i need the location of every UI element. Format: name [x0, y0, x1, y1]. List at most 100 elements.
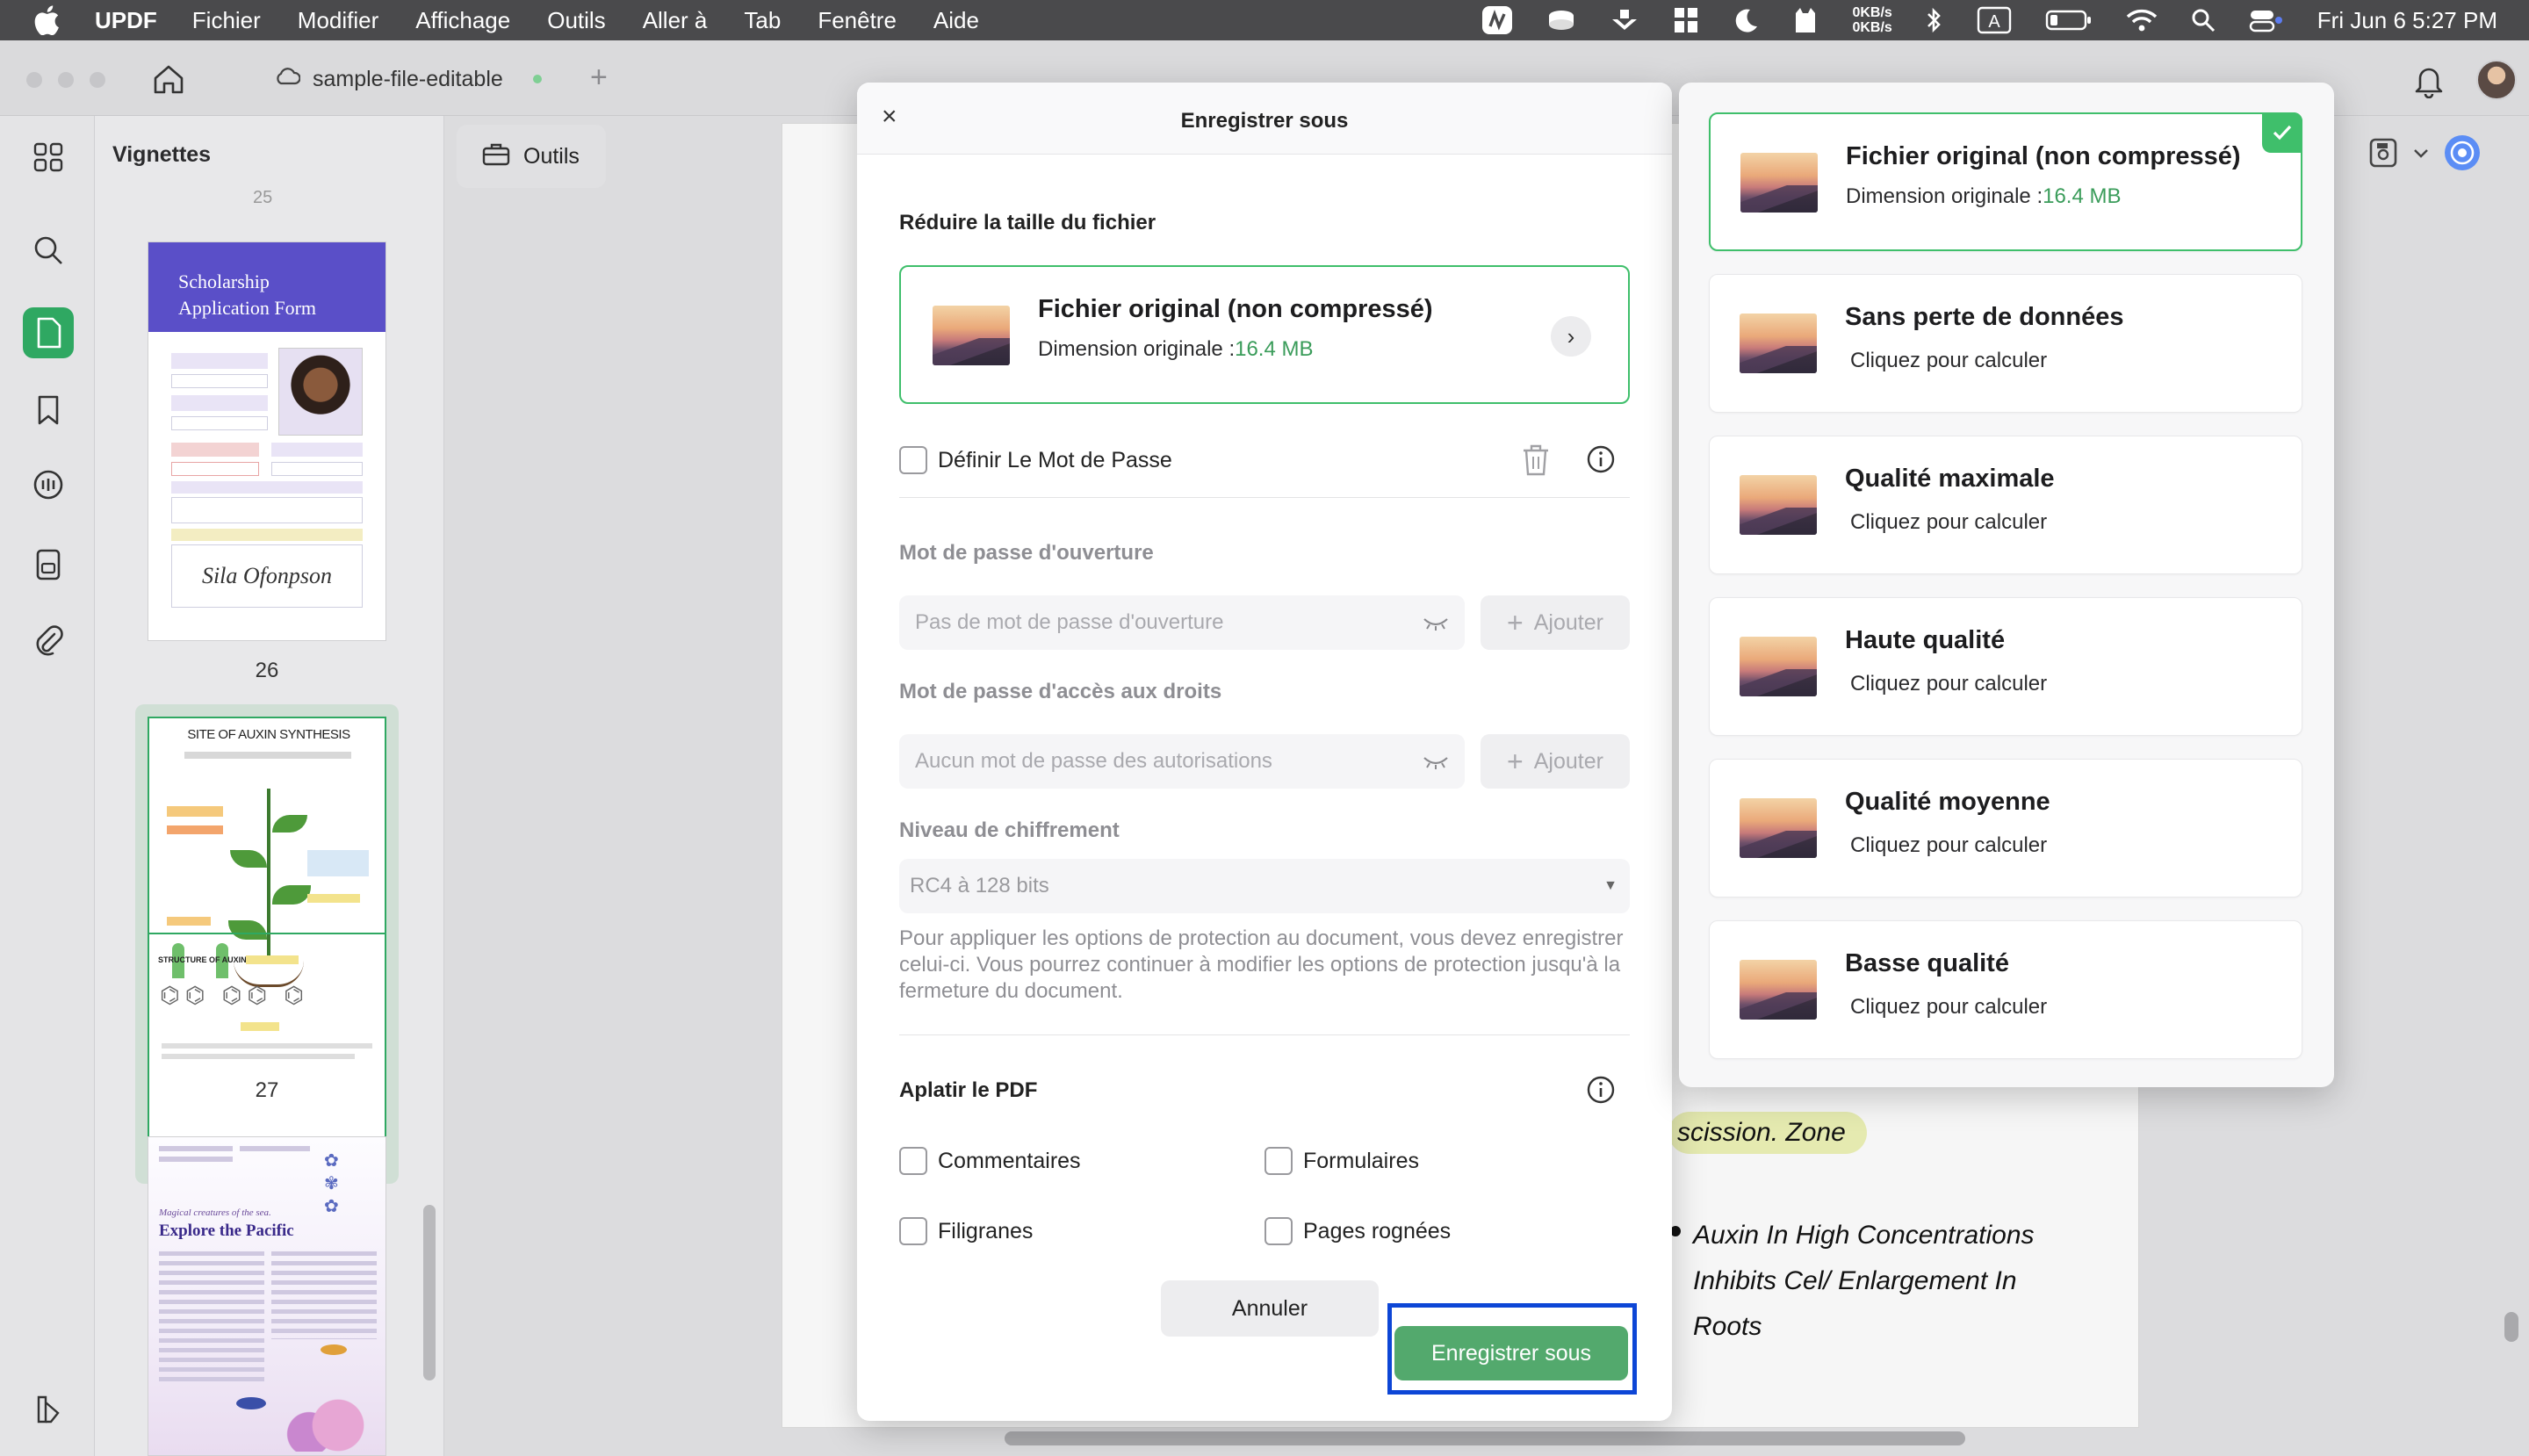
- spotlight-search-icon[interactable]: [2191, 8, 2216, 32]
- menu-outils[interactable]: Outils: [547, 7, 605, 34]
- compression-option-calc: Cliquez pour calculer: [1850, 510, 2048, 534]
- save-file-icon[interactable]: [2367, 136, 2399, 174]
- layers-icon[interactable]: [28, 1389, 68, 1430]
- compression-option-lossless[interactable]: Sans perte de données Cliquez pour calcu…: [1709, 274, 2302, 413]
- attachment-icon[interactable]: [28, 620, 68, 660]
- tools-button[interactable]: Outils: [457, 125, 606, 188]
- dialog-divider: [899, 1034, 1630, 1035]
- chevron-right-icon[interactable]: ›: [1551, 316, 1591, 357]
- cat-icon[interactable]: [1792, 6, 1819, 34]
- input-source-icon[interactable]: A: [1977, 6, 2012, 34]
- size-prefix: Dimension originale :: [1038, 337, 1236, 361]
- save-as-button[interactable]: Enregistrer sous: [1394, 1326, 1628, 1380]
- plus-icon: +: [1507, 745, 1524, 777]
- thumbnails-grid-icon[interactable]: [28, 137, 68, 177]
- add-open-password-button[interactable]: + Ajouter: [1481, 595, 1630, 650]
- signature-field: Sila Ofonpson: [171, 544, 363, 608]
- label-tag: [167, 806, 223, 817]
- thumbnails-scrollbar[interactable]: [423, 1205, 436, 1380]
- form-field: [171, 395, 268, 411]
- home-icon[interactable]: [151, 61, 186, 97]
- info-icon[interactable]: [1586, 1075, 1616, 1109]
- document-text-line[interactable]: Inhibits Cel/ Enlargement In: [1693, 1266, 2017, 1296]
- label-tag: [307, 894, 360, 903]
- battery-icon[interactable]: [2045, 9, 2093, 32]
- search-icon[interactable]: [28, 230, 68, 270]
- image-thumbnail-icon: [1740, 475, 1817, 535]
- compression-option-calc: Cliquez pour calculer: [1850, 349, 2048, 372]
- ai-chat-icon[interactable]: [28, 465, 68, 506]
- compression-selected-size: Dimension originale :16.4 MB: [1038, 337, 1314, 362]
- eye-closed-icon[interactable]: [1423, 752, 1449, 776]
- ai-assistant-icon[interactable]: [2443, 133, 2482, 177]
- thumbnail-page-26[interactable]: Scholarship Application Form Sila Ofonps…: [148, 241, 386, 641]
- chevron-down-icon[interactable]: [2413, 148, 2429, 163]
- compression-option-maximum[interactable]: Qualité maximale Cliquez pour calculer: [1709, 436, 2302, 574]
- menu-fichier[interactable]: Fichier: [192, 7, 261, 34]
- menu-aide[interactable]: Aide: [933, 7, 979, 34]
- pages-icon[interactable]: [23, 307, 74, 358]
- updf-status-icon[interactable]: [1481, 5, 1513, 35]
- encryption-level-select[interactable]: RC4 à 128 bits ▼: [899, 859, 1630, 913]
- trash-icon[interactable]: [1521, 443, 1551, 482]
- compression-option-high[interactable]: Haute qualité Cliquez pour calculer: [1709, 597, 2302, 736]
- compression-option-medium[interactable]: Qualité moyenne Cliquez pour calculer: [1709, 759, 2302, 897]
- compression-option-low[interactable]: Basse qualité Cliquez pour calculer: [1709, 920, 2302, 1059]
- bluetooth-icon[interactable]: [1926, 6, 1943, 34]
- compression-option-original[interactable]: Fichier original (non compressé) Dimensi…: [1709, 112, 2302, 251]
- open-password-input[interactable]: Pas de mot de passe d'ouverture: [899, 595, 1465, 650]
- flatten-watermarks-checkbox[interactable]: [899, 1217, 927, 1245]
- compression-select[interactable]: Fichier original (non compressé) Dimensi…: [899, 265, 1630, 404]
- flatten-forms-label: Formulaires: [1303, 1149, 1419, 1173]
- control-center-icon[interactable]: [2249, 8, 2284, 32]
- thumbnail-form-title: Scholarship Application Form: [178, 269, 316, 321]
- menu-modifier[interactable]: Modifier: [298, 7, 378, 34]
- flatten-watermarks-label: Filigranes: [938, 1219, 1034, 1243]
- menu-app-name[interactable]: UPDF: [95, 7, 157, 34]
- add-permissions-password-button[interactable]: + Ajouter: [1481, 734, 1630, 789]
- grid-app-icon[interactable]: [1673, 6, 1699, 34]
- sea-creatures-icons: ✿ ✾ ✿: [324, 1151, 339, 1216]
- dialog-divider: [899, 497, 1630, 498]
- menu-tab[interactable]: Tab: [744, 7, 781, 34]
- user-avatar[interactable]: [2476, 60, 2517, 100]
- document-stack-icon[interactable]: [28, 544, 68, 585]
- drive-icon[interactable]: [1546, 9, 1576, 32]
- menu-aller-a[interactable]: Aller à: [643, 7, 708, 34]
- menubar-clock[interactable]: Fri Jun 6 5:27 PM: [2317, 7, 2497, 34]
- flatten-forms-checkbox[interactable]: [1264, 1147, 1293, 1175]
- tab-document[interactable]: sample-file-editable: [274, 63, 542, 95]
- bell-icon[interactable]: [2413, 63, 2445, 103]
- moon-icon[interactable]: [1733, 7, 1759, 33]
- window-zoom-button[interactable]: [90, 72, 105, 88]
- permissions-password-input[interactable]: Aucun mot de passe des autorisations: [899, 734, 1465, 789]
- plant-leaf: [228, 920, 267, 940]
- form-field: [171, 462, 259, 476]
- vertical-scrollbar[interactable]: [2504, 1312, 2518, 1342]
- set-password-checkbox[interactable]: [899, 446, 927, 474]
- document-text-line[interactable]: Roots: [1693, 1312, 1762, 1342]
- document-text-line[interactable]: Auxin In High Concentrations: [1693, 1221, 2035, 1251]
- info-icon[interactable]: [1586, 444, 1616, 479]
- document-highlight-abscission[interactable]: scission. Zone: [1668, 1112, 1867, 1154]
- thumbnail-text-line: [162, 1043, 372, 1049]
- apple-icon[interactable]: [33, 5, 68, 35]
- menu-fenetre[interactable]: Fenêtre: [818, 7, 897, 34]
- image-thumbnail-icon: [1740, 637, 1817, 696]
- wifi-icon[interactable]: [2126, 8, 2158, 32]
- bookmark-icon[interactable]: [28, 390, 68, 430]
- window-close-button[interactable]: [26, 72, 42, 88]
- flatten-cropped-pages-checkbox[interactable]: [1264, 1217, 1293, 1245]
- window-minimize-button[interactable]: [58, 72, 74, 88]
- cancel-button[interactable]: Annuler: [1161, 1280, 1379, 1337]
- eye-closed-icon[interactable]: [1423, 613, 1449, 638]
- thumbnail-page-28[interactable]: Magical creatures of the sea. Explore th…: [148, 1136, 386, 1456]
- thumbnail-page-number: 26: [255, 659, 279, 682]
- new-tab-button[interactable]: +: [590, 61, 608, 93]
- thumbnail-divider: [149, 933, 385, 934]
- thumbnail-page-27[interactable]: SITE OF AUXIN SYNTHESIS STRUCTURE OF AUX…: [148, 717, 386, 1173]
- download-tray-icon[interactable]: [1610, 7, 1639, 33]
- menu-affichage[interactable]: Affichage: [415, 7, 510, 34]
- horizontal-scrollbar[interactable]: [1005, 1431, 1965, 1445]
- flatten-comments-checkbox[interactable]: [899, 1147, 927, 1175]
